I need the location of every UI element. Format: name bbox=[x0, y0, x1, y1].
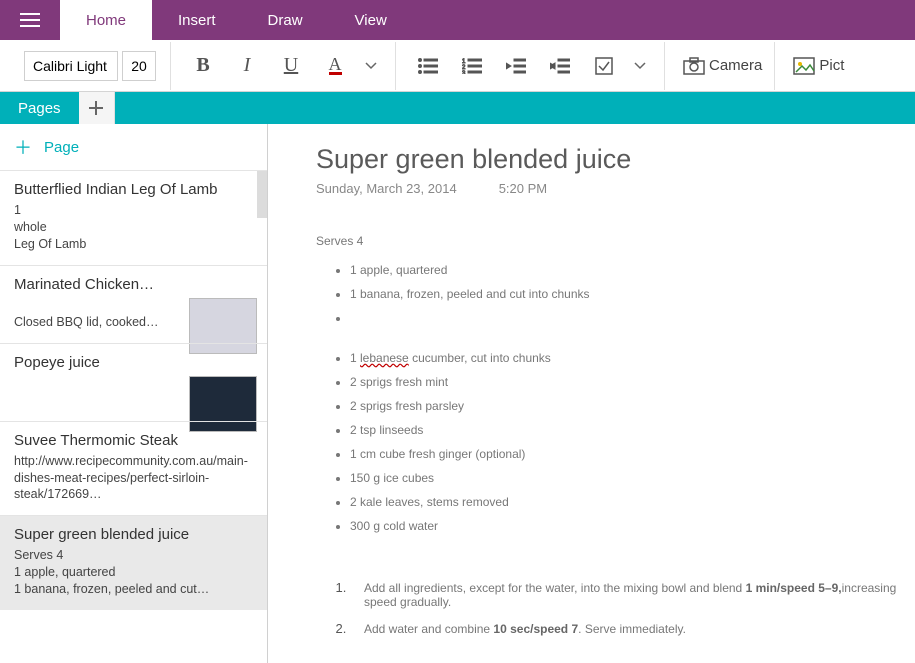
tab-home[interactable]: Home bbox=[60, 0, 152, 40]
steps-list[interactable]: Add all ingredients, except for the wate… bbox=[350, 574, 915, 642]
list-item[interactable]: 1 banana, frozen, peeled and cut into ch… bbox=[350, 282, 915, 306]
font-size[interactable]: 20 bbox=[122, 51, 156, 81]
camera-button[interactable]: Camera bbox=[675, 57, 770, 75]
camera-icon bbox=[683, 57, 705, 75]
pictures-label: Pict bbox=[819, 57, 844, 74]
tags-more[interactable] bbox=[626, 46, 654, 86]
ribbon: Calibri Light 20 B I U A 123 Camera Pict bbox=[0, 40, 915, 92]
plus-icon: ＋ bbox=[14, 134, 32, 160]
list-item[interactable] bbox=[350, 306, 915, 324]
page-item-title: Marinated Chicken… bbox=[14, 276, 253, 293]
list-item[interactable]: 1 cm cube fresh ginger (optional) bbox=[350, 442, 915, 466]
menu-button[interactable] bbox=[0, 0, 60, 40]
page-title[interactable]: Super green blended juice bbox=[316, 144, 915, 175]
page-item-title: Popeye juice bbox=[14, 354, 253, 371]
list-item[interactable]: 1 apple, quartered bbox=[350, 258, 915, 282]
font-color-button[interactable]: A bbox=[313, 46, 357, 86]
page-item[interactable]: Suvee Thermomic Steak http://www.recipeco… bbox=[0, 421, 267, 516]
page-item[interactable]: Popeye juice bbox=[0, 343, 267, 421]
list-item[interactable]: 2 sprigs fresh parsley bbox=[350, 394, 915, 418]
add-section-button[interactable] bbox=[79, 92, 115, 124]
picture-icon bbox=[793, 57, 815, 75]
page-list: ＋ Page Butterflied Indian Leg Of Lamb 1wh… bbox=[0, 124, 268, 663]
list-item[interactable]: 1 lebanese cucumber, cut into chunks bbox=[350, 346, 915, 370]
pages-tab[interactable]: Pages bbox=[0, 92, 79, 124]
page-item-preview: Serves 41 apple, quartered1 banana, froz… bbox=[14, 547, 244, 598]
page-item-preview: http://www.recipecommunity.com.au/main-d… bbox=[14, 453, 244, 504]
page-timestamp: Sunday, March 23, 20145:20 PM bbox=[316, 181, 915, 196]
section-strip: Pages bbox=[0, 92, 915, 124]
page-item-title: Suvee Thermomic Steak bbox=[14, 432, 253, 449]
italic-button[interactable]: I bbox=[225, 46, 269, 86]
page-item-preview: Closed BBQ lid, cooked… bbox=[14, 297, 174, 331]
font-more[interactable] bbox=[357, 46, 385, 86]
outdent-button[interactable] bbox=[494, 46, 538, 86]
page-item[interactable]: Marinated Chicken… Closed BBQ lid, cooked… bbox=[0, 265, 267, 343]
todo-button[interactable] bbox=[582, 46, 626, 86]
step-item[interactable]: Add all ingredients, except for the wate… bbox=[350, 574, 915, 615]
list-item[interactable]: 300 g cold water bbox=[350, 514, 915, 538]
bullet-list-button[interactable] bbox=[406, 46, 450, 86]
page-item-title: Super green blended juice bbox=[14, 526, 253, 543]
page-item-title: Butterflied Indian Leg Of Lamb bbox=[14, 181, 253, 198]
ingredient-list-1[interactable]: 1 apple, quartered1 banana, frozen, peel… bbox=[350, 258, 915, 324]
page-item[interactable]: Butterflied Indian Leg Of Lamb 1wholeLeg … bbox=[0, 170, 267, 265]
underline-button[interactable]: U bbox=[269, 46, 313, 86]
tab-insert[interactable]: Insert bbox=[152, 0, 242, 40]
tab-draw[interactable]: Draw bbox=[242, 0, 329, 40]
number-list-button[interactable]: 123 bbox=[450, 46, 494, 86]
indent-button[interactable] bbox=[538, 46, 582, 86]
list-item[interactable]: 2 sprigs fresh mint bbox=[350, 370, 915, 394]
font-selector[interactable]: Calibri Light bbox=[24, 51, 118, 81]
tab-view[interactable]: View bbox=[329, 0, 413, 40]
page-item-preview: 1wholeLeg Of Lamb bbox=[14, 202, 244, 253]
svg-text:3: 3 bbox=[462, 71, 466, 74]
step-item[interactable]: Add water and combine 10 sec/speed 7. Se… bbox=[350, 615, 915, 642]
note-canvas[interactable]: Super green blended juice Sunday, March … bbox=[268, 124, 915, 663]
add-page-label: Page bbox=[44, 139, 79, 156]
titlebar: Home Insert Draw View bbox=[0, 0, 915, 40]
list-item[interactable]: 2 kale leaves, stems removed bbox=[350, 490, 915, 514]
pictures-button[interactable]: Pict bbox=[785, 57, 852, 75]
camera-label: Camera bbox=[709, 57, 762, 74]
serves-text[interactable]: Serves 4 bbox=[316, 234, 915, 248]
list-item[interactable]: 150 g ice cubes bbox=[350, 466, 915, 490]
ingredient-list-2[interactable]: 1 lebanese cucumber, cut into chunks2 sp… bbox=[350, 346, 915, 538]
page-item[interactable]: Super green blended juice Serves 41 apple… bbox=[0, 515, 267, 610]
list-item[interactable]: 2 tsp linseeds bbox=[350, 418, 915, 442]
add-page-button[interactable]: ＋ Page bbox=[0, 124, 267, 170]
bold-button[interactable]: B bbox=[181, 46, 225, 86]
